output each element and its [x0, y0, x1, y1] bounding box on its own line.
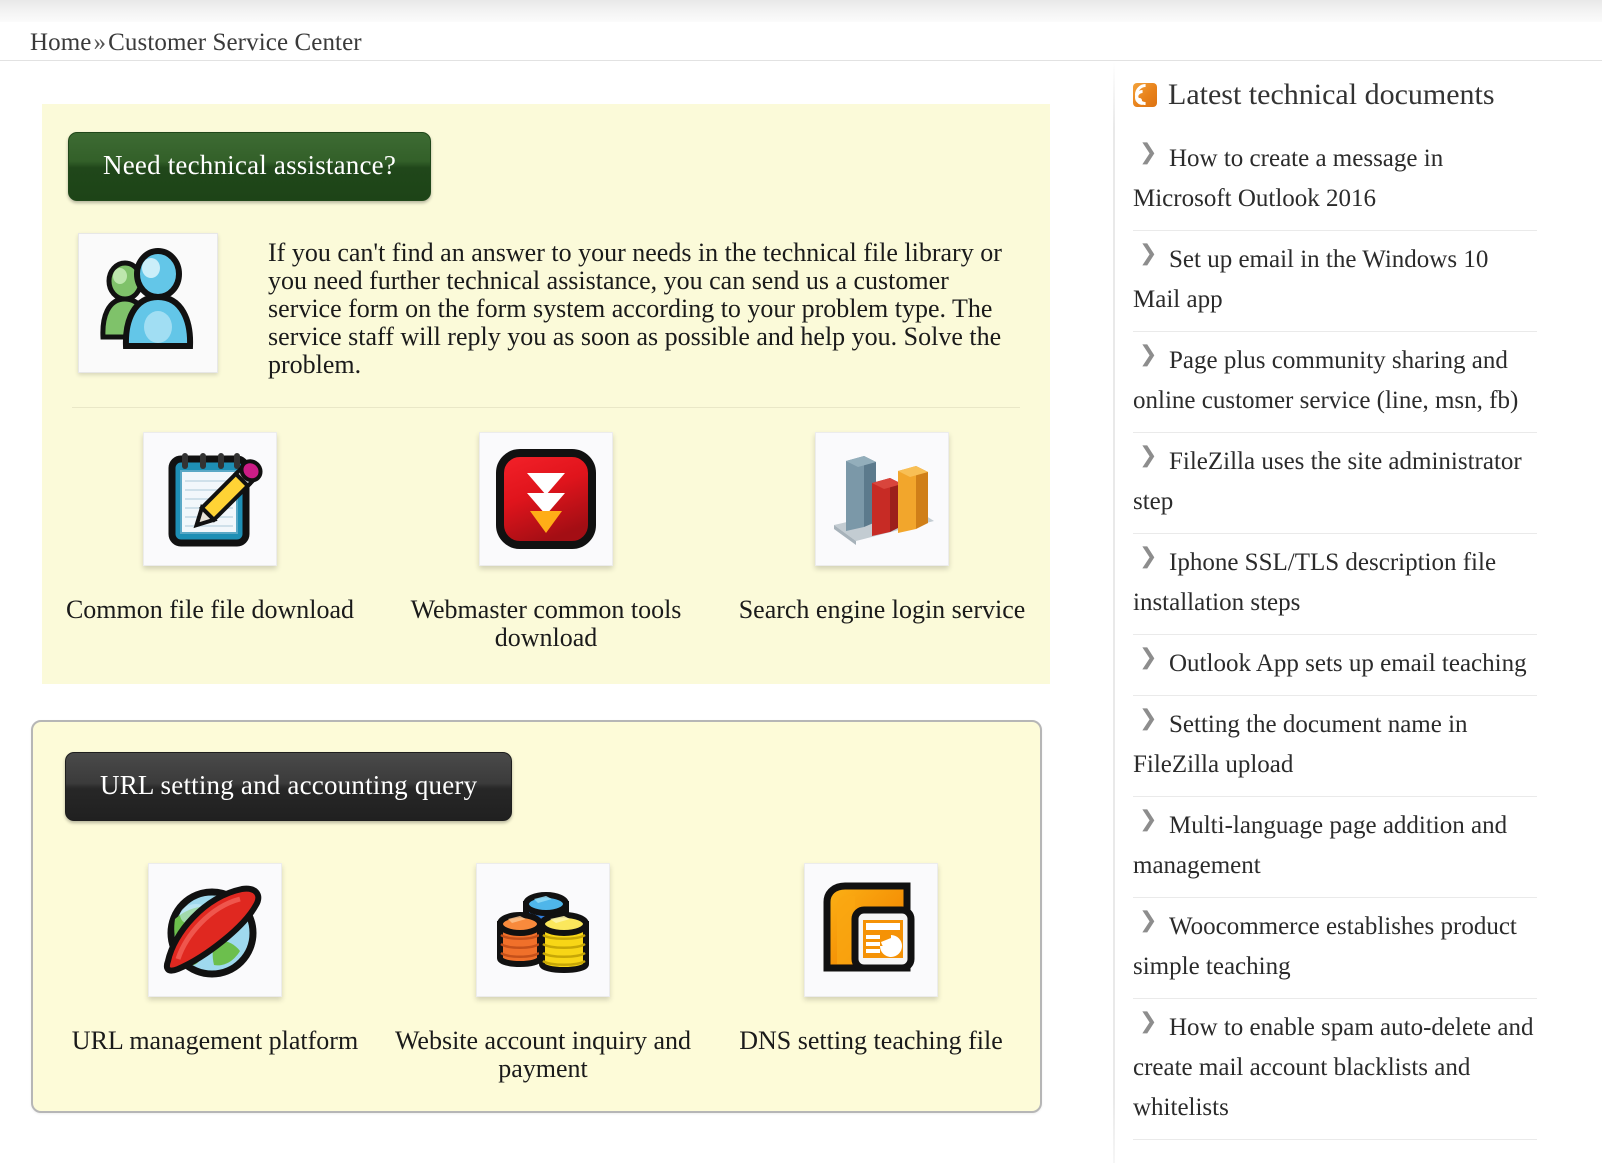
- breadcrumb-current-page: Customer Service Center: [108, 29, 362, 56]
- intro-paragraph: If you can't find an answer to your need…: [268, 238, 1002, 379]
- list-item[interactable]: ❯ Page plus community sharing and online…: [1133, 332, 1537, 433]
- tile-common-file-download[interactable]: Common file file download: [42, 432, 378, 652]
- document-link[interactable]: Woocommerce establishes product simple t…: [1133, 907, 1537, 987]
- document-link[interactable]: Multi-language page addition and managem…: [1133, 806, 1537, 886]
- list-item[interactable]: ❯ Iphone SSL/TLS description file instal…: [1133, 534, 1537, 635]
- people-group-icon: [78, 233, 218, 373]
- intro-row: If you can't find an answer to your need…: [42, 233, 1050, 379]
- list-item[interactable]: ❯ Outlook App sets up email teaching: [1133, 635, 1537, 696]
- list-item[interactable]: ❯ Multi-language page addition and manag…: [1133, 797, 1537, 898]
- sidebar-title: Latest technical documents: [1168, 78, 1495, 111]
- url-accounting-panel: URL setting and accounting query URL man…: [31, 720, 1042, 1113]
- tile-dns-setting-teaching-file[interactable]: DNS setting teaching file: [707, 863, 1035, 1083]
- list-item[interactable]: ❯ How to enable spam auto-delete and cre…: [1133, 999, 1537, 1140]
- list-item[interactable]: ❯ Woocommerce establishes product simple…: [1133, 898, 1537, 999]
- rss-icon: [1130, 79, 1161, 110]
- need-technical-assistance-button[interactable]: Need technical assistance?: [68, 132, 432, 201]
- document-link[interactable]: Outlook App sets up email teaching: [1133, 644, 1527, 684]
- list-item[interactable]: ❯ How to create a message in Microsoft O…: [1133, 130, 1537, 231]
- tile-website-account-inquiry[interactable]: Website account inquiry and payment: [379, 863, 707, 1083]
- browser-chrome-bar: [0, 0, 1602, 22]
- document-link[interactable]: Setting the document name in FileZilla u…: [1133, 705, 1537, 785]
- tile-label: Search engine login service: [738, 595, 1026, 624]
- tile-url-management-platform[interactable]: URL management platform: [51, 863, 379, 1083]
- url-setting-accounting-query-button[interactable]: URL setting and accounting query: [65, 752, 513, 821]
- main-content-column: Need technical assistance? If you can't …: [31, 104, 1050, 1113]
- sidebar-title-row: Latest technical documents: [1130, 78, 1537, 112]
- latest-documents-sidebar: Latest technical documents ❯ How to crea…: [1130, 78, 1537, 1140]
- document-link[interactable]: How to enable spam auto-delete and creat…: [1133, 1008, 1537, 1128]
- globe-swoosh-icon: [148, 863, 282, 997]
- document-link[interactable]: Set up email in the Windows 10 Mail app: [1133, 240, 1537, 320]
- url-tiles-row: URL management platform Website account …: [33, 821, 1040, 1083]
- tile-search-engine-login[interactable]: Search engine login service: [714, 432, 1050, 652]
- breadcrumb: Home»Customer Service Center: [30, 28, 362, 58]
- tile-label: DNS setting teaching file: [739, 1026, 1003, 1055]
- document-link[interactable]: How to create a message in Microsoft Out…: [1133, 139, 1537, 219]
- breadcrumb-home-link[interactable]: Home: [30, 29, 92, 56]
- list-item[interactable]: ❯ FileZilla uses the site administrator …: [1133, 433, 1537, 534]
- coin-stacks-icon: [476, 863, 610, 997]
- breadcrumb-divider: [0, 60, 1602, 61]
- document-link[interactable]: Iphone SSL/TLS description file installa…: [1133, 543, 1537, 623]
- technical-assistance-panel: Need technical assistance? If you can't …: [42, 104, 1050, 684]
- sidebar-divider: [1113, 62, 1115, 1163]
- tile-label: Website account inquiry and payment: [394, 1026, 692, 1083]
- bar-chart-icon: [815, 432, 949, 566]
- support-tiles-row: Common file file download Webmaster comm…: [42, 408, 1050, 652]
- list-item[interactable]: ❯ Setting the document name in FileZilla…: [1133, 696, 1537, 797]
- presentation-file-icon: [804, 863, 938, 997]
- breadcrumb-separator: »: [93, 29, 107, 56]
- list-item[interactable]: ❯ Set up email in the Windows 10 Mail ap…: [1133, 231, 1537, 332]
- document-link[interactable]: FileZilla uses the site administrator st…: [1133, 442, 1537, 522]
- tile-label: URL management platform: [71, 1026, 359, 1055]
- tile-webmaster-tools-download[interactable]: Webmaster common tools download: [378, 432, 714, 652]
- documents-list: ❯ How to create a message in Microsoft O…: [1133, 130, 1537, 1140]
- download-arrows-icon: [479, 432, 613, 566]
- document-link[interactable]: Page plus community sharing and online c…: [1133, 341, 1537, 421]
- tile-label: Webmaster common tools download: [410, 595, 682, 652]
- notepad-pencil-icon: [143, 432, 277, 566]
- tile-label: Common file file download: [65, 595, 355, 624]
